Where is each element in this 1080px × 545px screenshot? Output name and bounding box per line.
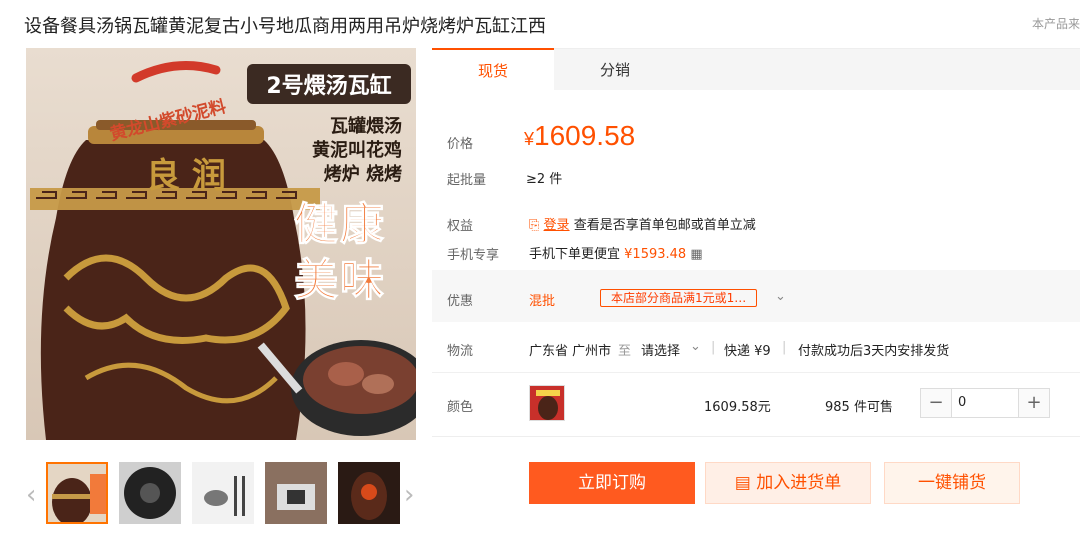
shipping-label: 物流: [447, 344, 474, 359]
minus-button[interactable]: −: [921, 389, 951, 417]
image-big-text-1: 健康: [294, 199, 386, 251]
thumbnail-3[interactable]: [192, 462, 254, 524]
notice-text: 本产品来: [1032, 17, 1080, 31]
product-title: 设备餐具汤锅瓦罐黄泥复古小号地瓜商用两用吊炉烧烤炉瓦缸江西: [24, 16, 546, 37]
thumbnail-strip: ‹ ›: [26, 458, 416, 528]
thumb-next-arrow[interactable]: ›: [404, 480, 414, 510]
shipping-divider: |: [711, 340, 716, 355]
mobile-row: 手机下单更便宜 ¥1593.48 ▦: [529, 243, 703, 262]
tab-spot[interactable]: 现货: [432, 48, 554, 90]
price-currency: ¥: [524, 129, 535, 149]
qr-code-icon[interactable]: ▦: [690, 247, 702, 262]
add-to-cart-button[interactable]: ▤ 加入进货单: [705, 462, 871, 504]
add-to-cart-label: 加入进货单: [756, 473, 842, 493]
price-label: 价格: [447, 137, 474, 152]
thumbnail-4[interactable]: [265, 462, 327, 524]
coupon-icon: ⎘: [529, 218, 540, 233]
moq-value: ≥2 件: [526, 172, 563, 187]
buy-now-button[interactable]: 立即订购: [529, 462, 695, 504]
thumb-prev-arrow[interactable]: ‹: [26, 480, 36, 510]
promo-line-1: 瓦罐煨汤: [330, 116, 402, 137]
mobile-price: ¥1593.48: [624, 247, 687, 262]
chevron-down-icon[interactable]: ⌄: [775, 289, 786, 304]
divider-bottom: [432, 436, 1080, 437]
promo-line-2: 黄泥叫花鸡: [312, 140, 402, 161]
variant-price: 1609.58元: [704, 400, 771, 415]
shipping-to: 至: [618, 344, 632, 359]
shipping-origin: 广东省 广州市: [529, 344, 612, 359]
clipboard-icon: ▤: [734, 473, 751, 493]
jar-calligraphy: 良 润: [146, 156, 226, 196]
image-big-text-2: 美味: [294, 255, 386, 307]
benefits-row: ⎘ 登录 查看是否享首单包邮或首单立减: [529, 214, 756, 233]
quantity-input[interactable]: 0: [951, 389, 1019, 417]
shipping-dest-select[interactable]: 请选择: [641, 340, 680, 359]
mobile-label: 手机专享: [447, 248, 500, 263]
variant-thumbnail[interactable]: [529, 385, 565, 421]
shipping-express: 快递 ¥9: [724, 344, 771, 359]
price-amount: 1609.58: [534, 120, 636, 151]
distribute-button[interactable]: 一键铺货: [884, 462, 1020, 504]
tab-bar: 现货 分销: [432, 48, 1080, 90]
mobile-text: 手机下单更便宜: [529, 247, 621, 262]
thumbnail-5[interactable]: [338, 462, 400, 524]
moq-label: 起批量: [447, 173, 487, 188]
dest-chevron-icon[interactable]: ⌄: [690, 339, 701, 354]
coupon-tag[interactable]: 本店部分商品满1元或1…: [600, 289, 758, 307]
color-label: 颜色: [447, 400, 474, 415]
promo-line-3: 烤炉 烧烤: [323, 164, 402, 185]
thumbnail-2[interactable]: [119, 462, 181, 524]
shipping-dispatch: 付款成功后3天内安排发货: [798, 344, 950, 359]
login-link[interactable]: 登录: [544, 218, 570, 233]
main-product-image[interactable]: 黄龙山紫砂泥料 良 润 2号煨汤瓦缸 瓦罐煨汤 黄泥叫花鸡 烤炉 烧烤 健康 美…: [26, 48, 416, 440]
image-badge: 2号煨汤瓦缸: [247, 64, 411, 104]
thumbnail-1[interactable]: [46, 462, 108, 524]
plus-button[interactable]: +: [1019, 389, 1049, 417]
promo-label: 优惠: [447, 294, 474, 309]
benefits-text: 查看是否享首单包邮或首单立减: [573, 218, 756, 233]
tab-distribution[interactable]: 分销: [554, 49, 676, 91]
divider: [432, 372, 1080, 373]
price-value: ¥1609.58: [524, 120, 635, 152]
quantity-stepper: − 0 +: [920, 388, 1050, 418]
benefits-label: 权益: [447, 219, 474, 234]
shipping-divider-2: |: [782, 340, 787, 355]
promo-type: 混批: [529, 294, 556, 309]
variant-stock: 985 件可售: [825, 400, 893, 415]
